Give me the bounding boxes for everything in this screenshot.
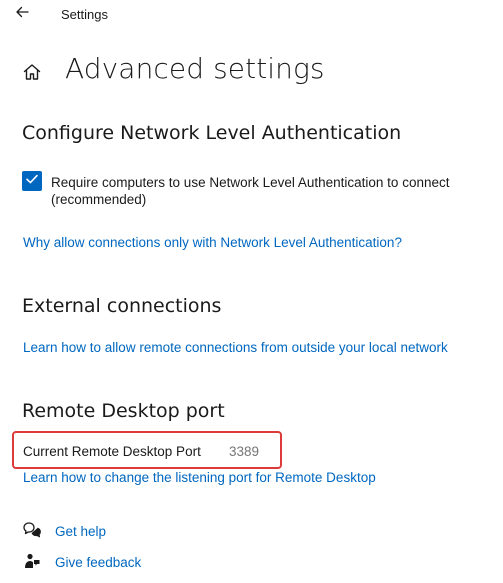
back-button[interactable]: [8, 2, 36, 26]
nla-checkbox-label[interactable]: Require computers to use Network Level A…: [51, 174, 481, 208]
external-heading: External connections: [22, 295, 222, 317]
app-title: Settings: [61, 7, 108, 22]
chat-help-icon: [22, 520, 42, 540]
home-icon[interactable]: [22, 62, 42, 82]
port-label: Current Remote Desktop Port: [23, 444, 201, 459]
external-link[interactable]: Learn how to allow remote connections fr…: [23, 340, 448, 355]
port-value: 3389: [229, 444, 260, 459]
nla-info-link[interactable]: Why allow connections only with Network …: [23, 235, 402, 250]
nla-heading: Configure Network Level Authentication: [22, 122, 402, 144]
give-feedback-link[interactable]: Give feedback: [55, 555, 141, 570]
port-link[interactable]: Learn how to change the listening port f…: [23, 470, 376, 485]
get-help-link[interactable]: Get help: [55, 524, 106, 539]
checkmark-icon: [25, 172, 39, 191]
nla-checkbox[interactable]: [22, 171, 42, 191]
feedback-person-icon: [22, 551, 42, 571]
arrow-left-icon: [15, 5, 29, 24]
port-heading: Remote Desktop port: [22, 400, 225, 422]
page-title: Advanced settings: [65, 52, 325, 85]
